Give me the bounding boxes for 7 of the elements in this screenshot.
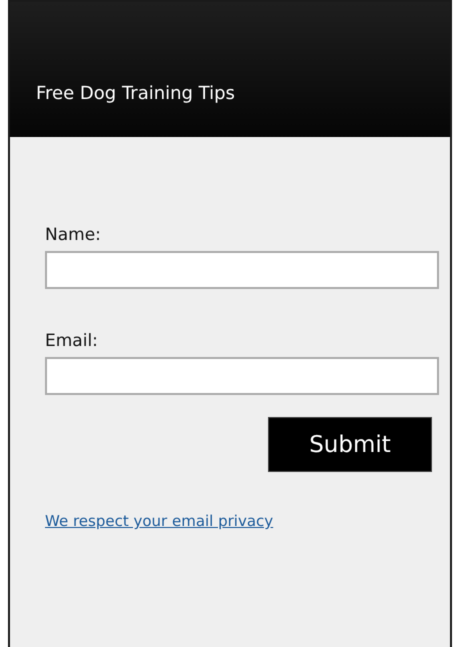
submit-button[interactable]: Submit: [268, 417, 432, 472]
field-label: Name:: [45, 225, 102, 245]
header-title: Free Dog Training Tips: [36, 83, 235, 104]
privacy-link[interactable]: We respect your email privacy: [45, 512, 274, 530]
input-field[interactable]: [45, 357, 439, 395]
field-label: Email:: [45, 331, 99, 351]
input-field[interactable]: [45, 251, 439, 289]
